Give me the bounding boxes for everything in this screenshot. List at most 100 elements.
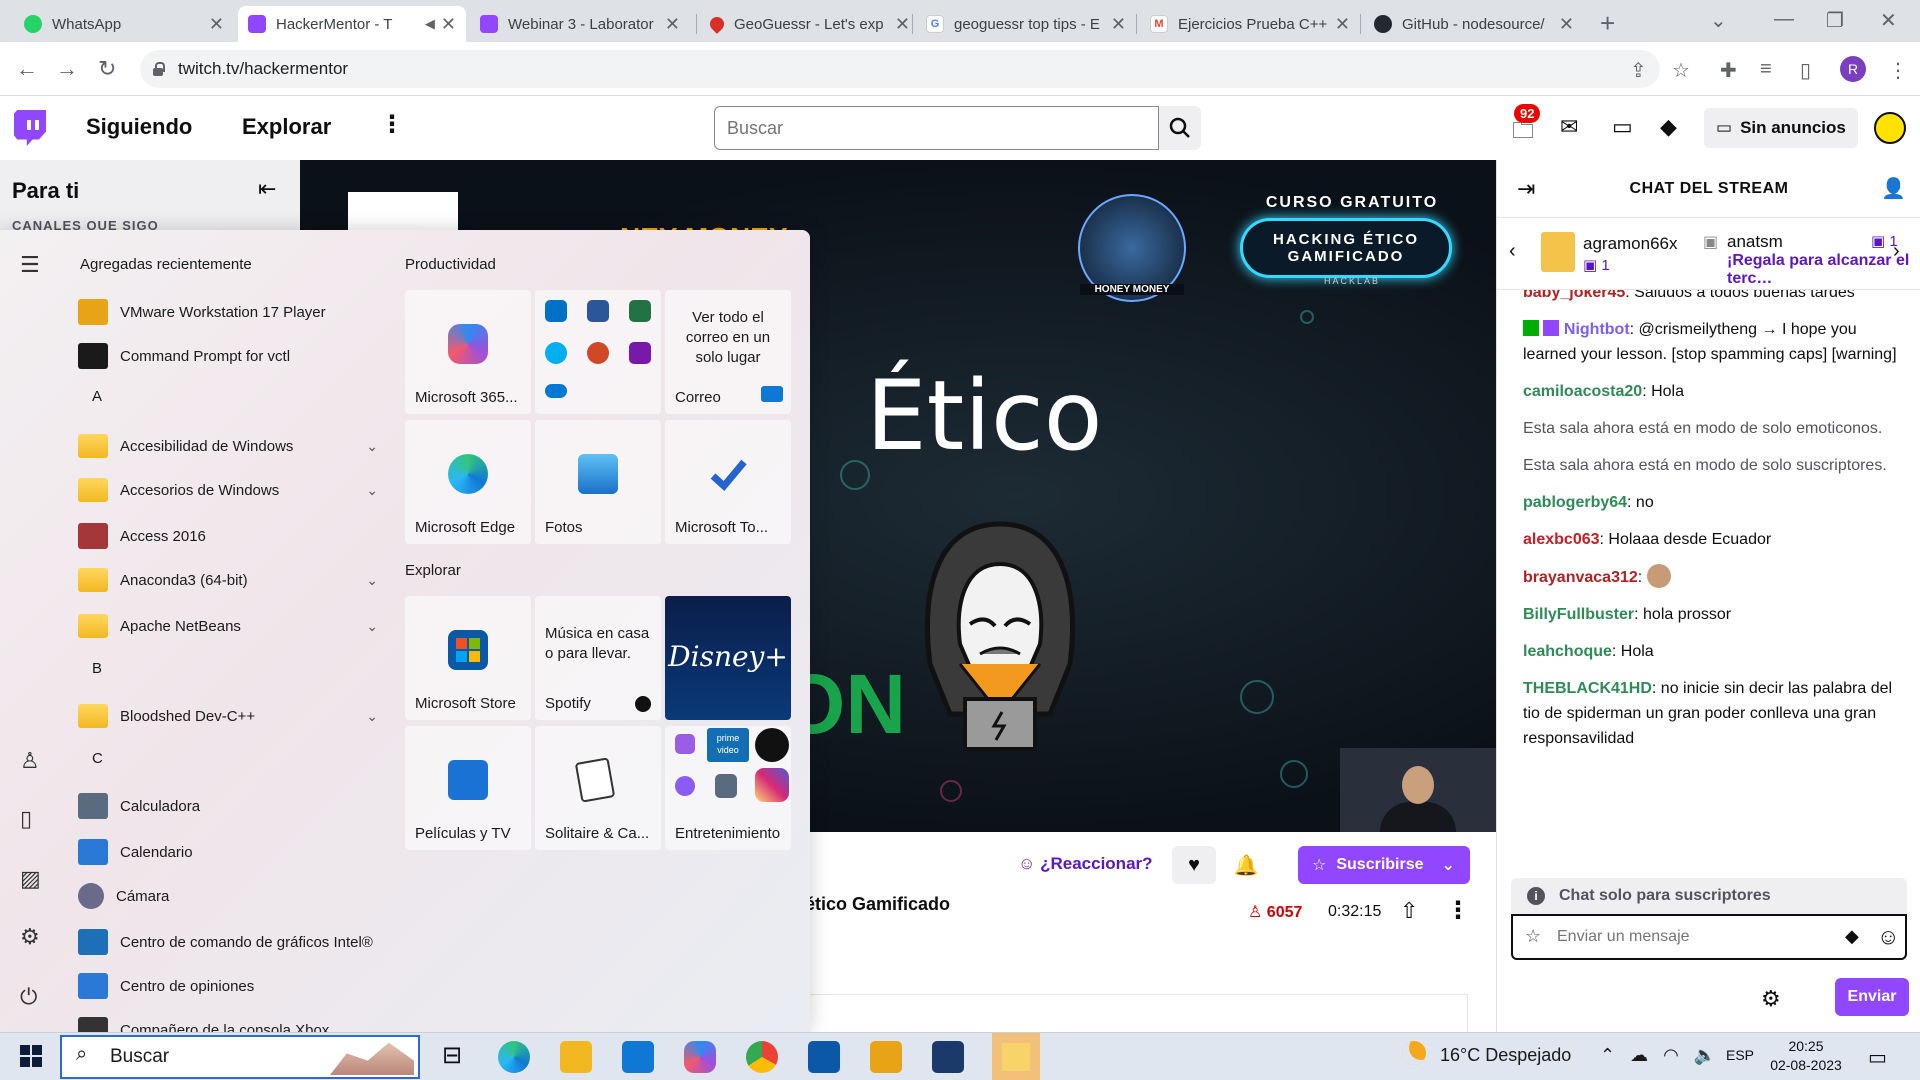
- tile-photos[interactable]: Fotos: [535, 420, 661, 544]
- app-calendar[interactable]: Calendario: [78, 832, 378, 872]
- close-icon[interactable]: ✕: [665, 14, 680, 35]
- app-netbeans-folder[interactable]: Apache NetBeans ⌄: [78, 606, 378, 646]
- tile-entertainment[interactable]: prime video Entretenimiento: [665, 726, 791, 850]
- chat-username[interactable]: BillyFullbuster: [1523, 606, 1634, 623]
- letter-header[interactable]: C: [92, 750, 103, 767]
- chat-username[interactable]: baby_joker45: [1523, 290, 1625, 301]
- bookmark-star-icon[interactable]: ☆: [1672, 58, 1690, 83]
- reload-button[interactable]: ↻: [98, 56, 116, 82]
- close-icon[interactable]: ✕: [209, 14, 224, 35]
- chevron-down-icon[interactable]: ⌄: [366, 708, 378, 725]
- language-indicator[interactable]: ESP: [1726, 1047, 1754, 1063]
- follow-heart-button[interactable]: ♥: [1172, 846, 1216, 884]
- chevron-down-icon[interactable]: ⌄: [366, 618, 378, 635]
- user-avatar[interactable]: [1874, 112, 1906, 144]
- close-icon[interactable]: ✕: [895, 14, 910, 35]
- minimize-button[interactable]: —: [1774, 8, 1794, 31]
- tab-github[interactable]: GitHub - nodesource/ ✕: [1364, 6, 1584, 42]
- chevron-left-icon[interactable]: ‹: [1509, 240, 1516, 263]
- new-tab-button[interactable]: +: [1600, 8, 1615, 39]
- app-intel-graphics[interactable]: Centro de comando de gráficos Intel®: [78, 922, 378, 962]
- close-icon[interactable]: ✕: [1111, 14, 1126, 35]
- power-icon[interactable]: ⏻: [20, 984, 37, 1010]
- active-app-highlight[interactable]: [992, 1033, 1040, 1080]
- chat-username[interactable]: camiloacosta20: [1523, 383, 1642, 400]
- edge-icon[interactable]: [498, 1041, 530, 1073]
- close-icon[interactable]: ✕: [1335, 14, 1350, 35]
- tab-webinar[interactable]: Webinar 3 - Laborator ✕: [470, 6, 690, 42]
- pictures-icon[interactable]: ▨: [20, 866, 41, 892]
- more-options-icon[interactable]: ⋮: [380, 110, 404, 139]
- tile-edge[interactable]: Microsoft Edge: [405, 420, 531, 544]
- ad-free-button[interactable]: ▭ Sin anuncios: [1704, 108, 1858, 148]
- forward-button[interactable]: →: [56, 56, 78, 82]
- tile-microsoft-365[interactable]: Microsoft 365...: [405, 290, 531, 414]
- tile-microsoft-store[interactable]: Microsoft Store: [405, 596, 531, 720]
- tab-gmail[interactable]: M Ejercicios Prueba C++ ✕: [1140, 6, 1360, 42]
- volume-icon[interactable]: 🔈: [1694, 1045, 1716, 1065]
- user-icon[interactable]: ♙: [20, 748, 40, 774]
- tab-google-search[interactable]: G geoguessr top tips - E ✕: [916, 6, 1136, 42]
- send-button[interactable]: Enviar: [1835, 978, 1909, 1016]
- store-icon[interactable]: [808, 1041, 840, 1073]
- gift-entry[interactable]: ▣ anatsm ▣ 1 ¡Regala para alcanzar el te…: [1703, 228, 1913, 287]
- mail-icon[interactable]: [622, 1041, 654, 1073]
- hamburger-menu-icon[interactable]: ☰: [20, 252, 40, 278]
- chevron-down-icon[interactable]: ⌄: [366, 438, 378, 455]
- menu-icon[interactable]: ⋮: [1888, 58, 1908, 83]
- document-icon[interactable]: ▯: [20, 806, 32, 832]
- chat-username[interactable]: leahchoque: [1523, 643, 1612, 660]
- app-feedback-hub[interactable]: Centro de opiniones: [78, 966, 378, 1006]
- restore-button[interactable]: ❐: [1826, 8, 1844, 33]
- browse-link[interactable]: Explorar: [242, 114, 331, 140]
- share-icon[interactable]: ⇪: [1630, 58, 1647, 83]
- chat-username[interactable]: Nightbot: [1564, 321, 1630, 338]
- twitch-search-input[interactable]: [714, 106, 1159, 150]
- tab-search-icon[interactable]: ⌄: [1710, 8, 1727, 33]
- following-link[interactable]: Siguiendo: [86, 114, 192, 140]
- app-accessories-folder[interactable]: Accesorios de Windows ⌄: [78, 470, 378, 510]
- speaker-icon[interactable]: ◀: [425, 16, 435, 32]
- tile-spotify[interactable]: Música en casa o para llevar. Spotify: [535, 596, 661, 720]
- chat-bubble-icon[interactable]: ▭: [1612, 114, 1633, 140]
- chevron-down-icon[interactable]: ⌄: [366, 572, 378, 589]
- address-bar[interactable]: twitch.tv/hackermentor: [140, 50, 1660, 88]
- close-icon[interactable]: ✕: [441, 14, 456, 35]
- collapse-sidebar-icon[interactable]: ⇤: [258, 176, 276, 202]
- notification-bell-button[interactable]: 🔔: [1224, 846, 1268, 884]
- system-tray[interactable]: ⌃ ☁ ◠ 🔈: [1600, 1045, 1716, 1066]
- clock[interactable]: 20:25 02-08-2023: [1766, 1037, 1846, 1075]
- bits-icon[interactable]: ◆: [1845, 926, 1859, 947]
- devcpp-icon[interactable]: [932, 1041, 964, 1073]
- tile-office-group[interactable]: [535, 290, 661, 414]
- tile-disney-plus[interactable]: Disney+: [665, 596, 791, 720]
- media-icon[interactable]: ≡: [1760, 58, 1772, 81]
- app-calculator[interactable]: Calculadora: [78, 786, 378, 826]
- share-icon[interactable]: ⇧: [1400, 898, 1418, 924]
- chat-username[interactable]: THEBLACK41HD: [1523, 680, 1652, 697]
- letter-header[interactable]: B: [92, 660, 102, 677]
- search-button[interactable]: [1159, 106, 1201, 150]
- chevron-up-icon[interactable]: ⌃: [1600, 1045, 1615, 1065]
- letter-header[interactable]: A: [92, 388, 102, 405]
- app-accessibility-folder[interactable]: Accesibilidad de Windows ⌄: [78, 426, 378, 466]
- bits-icon[interactable]: ◆: [1660, 114, 1677, 140]
- app-xbox-companion[interactable]: Compañero de la consola Xbox: [78, 1010, 378, 1032]
- app-camera[interactable]: Cámara: [78, 876, 378, 916]
- chevron-right-icon[interactable]: ›: [1893, 240, 1900, 263]
- close-icon[interactable]: ✕: [1559, 14, 1574, 35]
- emote-picker-icon[interactable]: ☺: [1877, 924, 1899, 950]
- microsoft-365-icon[interactable]: [684, 1041, 716, 1073]
- profile-avatar[interactable]: R: [1840, 56, 1866, 82]
- extensions-icon[interactable]: ✚: [1720, 58, 1737, 83]
- subscribe-button[interactable]: ☆ Suscribirse ⌄: [1298, 846, 1470, 884]
- tab-geoguessr[interactable]: GeoGuessr - Let's exp ✕: [700, 6, 920, 42]
- close-window-button[interactable]: ✕: [1880, 8, 1897, 33]
- app-access[interactable]: Access 2016: [78, 516, 378, 556]
- wifi-icon[interactable]: ◠: [1663, 1045, 1679, 1065]
- app-command-prompt[interactable]: Command Prompt for vctl: [78, 336, 378, 376]
- react-button[interactable]: ☺ ¿Reaccionar?: [1018, 854, 1153, 874]
- settings-gear-icon[interactable]: ⚙: [20, 924, 40, 950]
- more-options-icon[interactable]: ⋮: [1446, 896, 1470, 925]
- whispers-icon[interactable]: ✉: [1560, 114, 1578, 140]
